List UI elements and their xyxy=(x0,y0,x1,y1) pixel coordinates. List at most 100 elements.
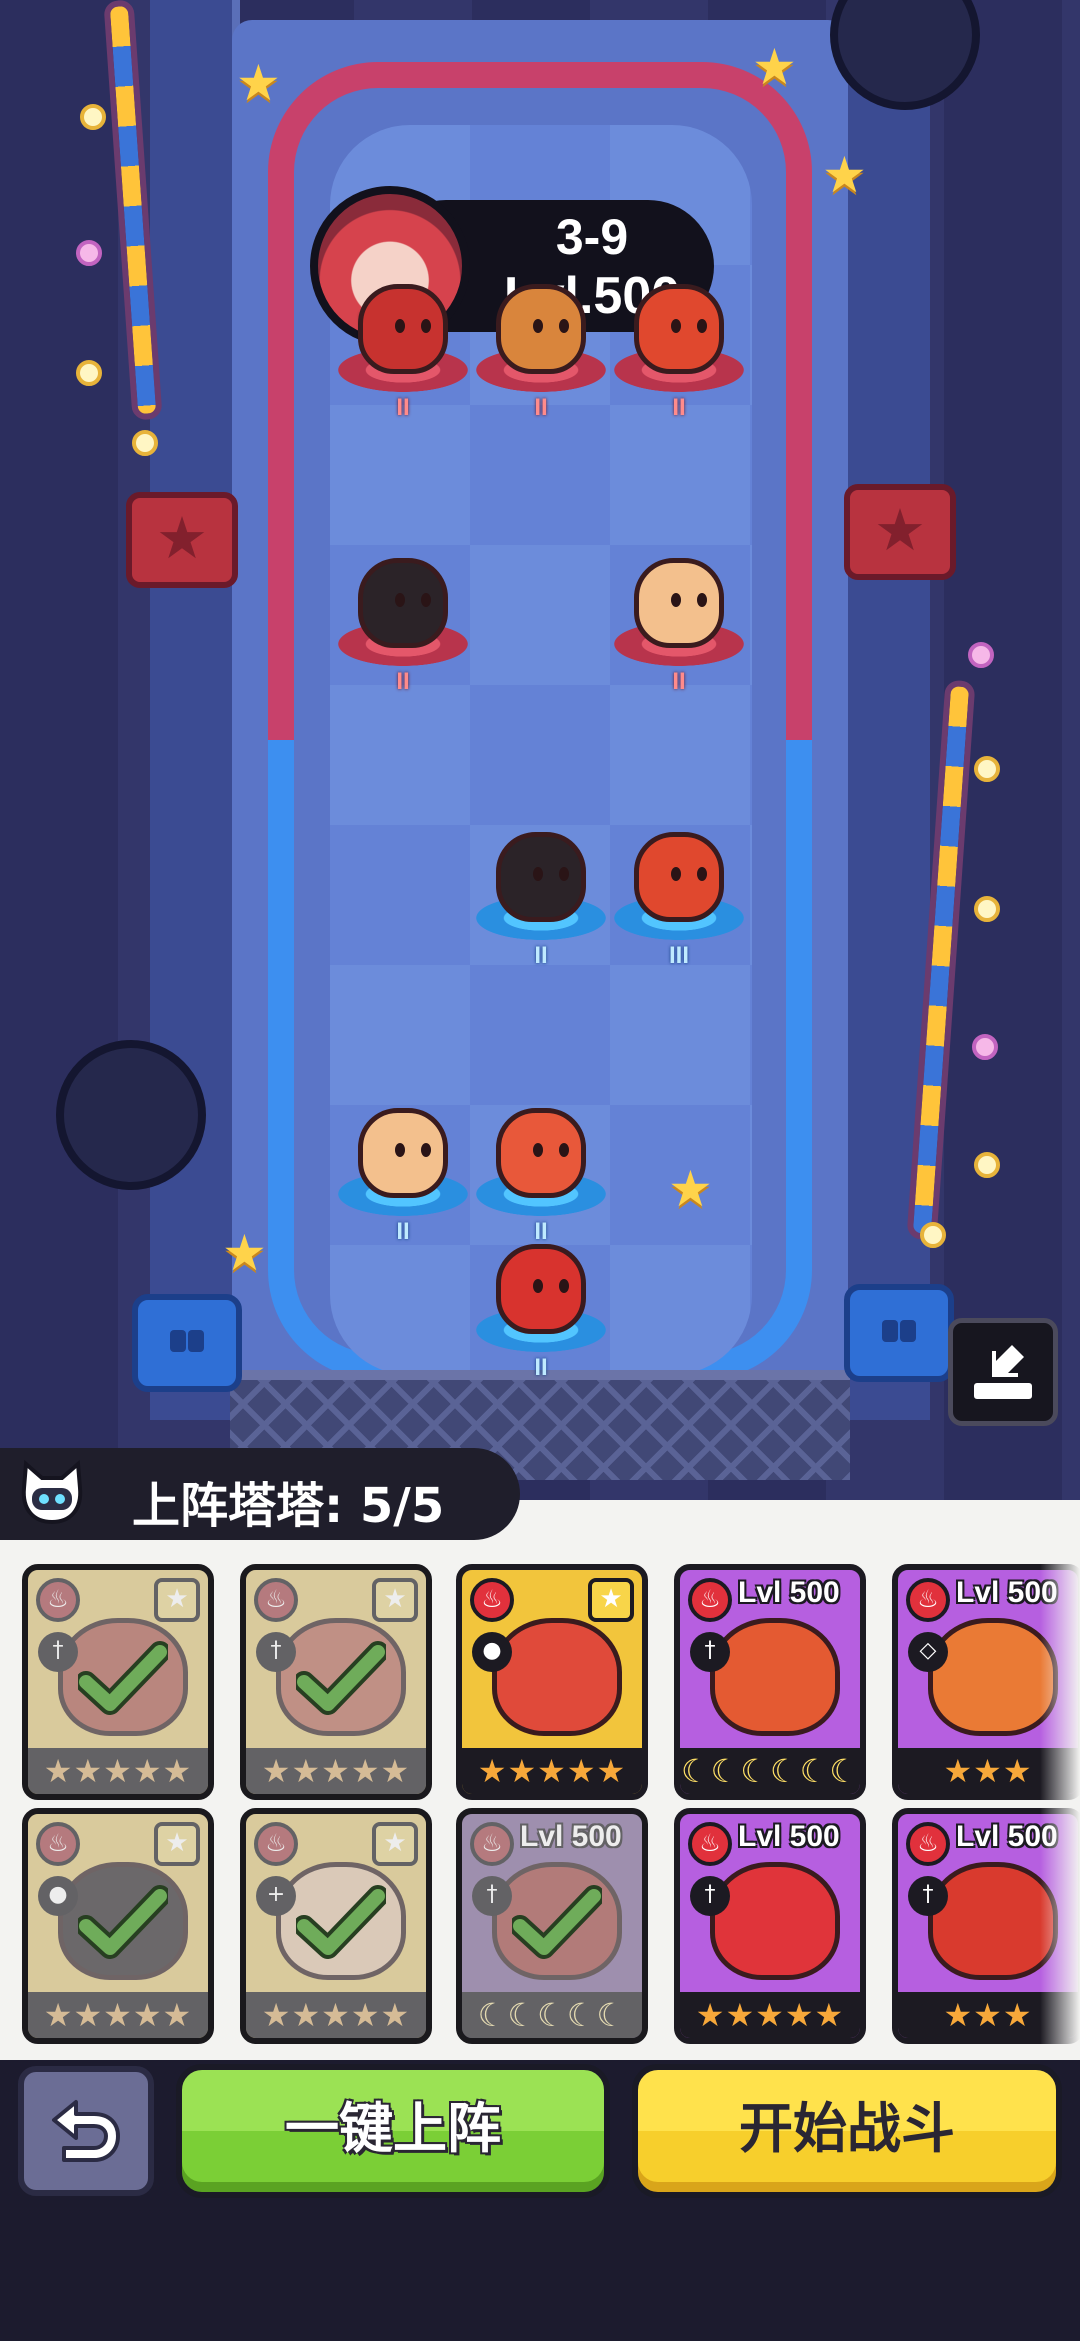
cat-block-right xyxy=(844,1284,954,1382)
light-bulb xyxy=(972,1034,998,1060)
unit-enemy[interactable]: II xyxy=(614,536,744,695)
spotlight xyxy=(56,1040,206,1190)
unit-eye xyxy=(559,867,569,881)
roster-count-label: 上阵塔塔: 5/5 xyxy=(132,1478,445,1534)
unit-enemy[interactable]: II xyxy=(338,262,468,421)
unit-rank: II xyxy=(396,1218,410,1245)
favorite-star-icon[interactable]: ★ xyxy=(154,1822,200,1866)
selected-check-icon xyxy=(296,1885,386,1959)
unit-card[interactable]: ♨ † Lvl 500 ★★★★★ xyxy=(674,1808,866,2044)
unit-card-stars: ★★★ xyxy=(898,1748,1078,1794)
star-decoration: ★ xyxy=(752,38,797,96)
unit-card-art xyxy=(710,1618,840,1736)
unit-eye xyxy=(395,319,405,333)
auto-deploy-button[interactable]: 一键上阵 xyxy=(176,2064,610,2198)
unit-card[interactable]: ♨ ◇ Lvl 500 ★★★ xyxy=(892,1564,1080,1800)
unit-eye xyxy=(697,593,707,607)
save-lineup-button[interactable] xyxy=(948,1318,1058,1426)
fire-element-icon: ♨ xyxy=(254,1822,298,1866)
unit-rank: II xyxy=(534,1354,548,1381)
unit-eye xyxy=(533,867,543,881)
unit-eye xyxy=(533,319,543,333)
sword-role-icon: † xyxy=(472,1876,512,1916)
unit-card-stars: ★★★ xyxy=(898,1992,1078,2038)
unit-sprite xyxy=(634,558,724,648)
unit-ally[interactable]: III xyxy=(614,810,744,969)
unit-eye xyxy=(671,319,681,333)
fire-element-icon: ♨ xyxy=(254,1578,298,1622)
favorite-star-icon[interactable]: ★ xyxy=(588,1578,634,1622)
unit-card-art xyxy=(928,1862,1058,1980)
star-decoration: ★ xyxy=(668,1160,713,1218)
light-bulb xyxy=(80,104,106,130)
unit-card-stars: ★★★★★ xyxy=(28,1992,208,2038)
unit-sprite xyxy=(634,832,724,922)
unit-card-stars: ☾☾☾☾☾ xyxy=(462,1992,642,2038)
star-block-left: ★ xyxy=(126,492,238,588)
unit-sprite xyxy=(496,1108,586,1198)
star-decoration: ★ xyxy=(222,1224,267,1282)
unit-sprite xyxy=(496,284,586,374)
back-button[interactable] xyxy=(18,2066,154,2196)
selected-check-icon xyxy=(296,1641,386,1715)
unit-card[interactable]: ♨ † Lvl 500 ☾☾☾☾☾☾ xyxy=(674,1564,866,1800)
unit-rank: II xyxy=(534,942,548,969)
unit-card[interactable]: ♨ † Lvl 500 ★★★ xyxy=(892,1808,1080,2044)
unit-eye xyxy=(559,319,569,333)
light-bulb xyxy=(968,642,994,668)
star-block-right: ★ xyxy=(844,484,956,580)
unit-card[interactable]: ♨ ● ★ ★★★★★ xyxy=(456,1564,648,1800)
sword-role-icon: † xyxy=(38,1632,78,1672)
unit-card-art xyxy=(492,1618,622,1736)
unit-card-level: Lvl 500 xyxy=(738,1576,840,1609)
unit-card[interactable]: ♨ † ★ ★★★★★ xyxy=(240,1564,432,1800)
unit-ally[interactable]: II xyxy=(476,1222,606,1381)
light-bulb xyxy=(974,1152,1000,1178)
star-decoration: ★ xyxy=(236,54,281,112)
plus-role-icon: + xyxy=(256,1876,296,1916)
unit-sprite xyxy=(496,1244,586,1334)
fire-element-icon: ♨ xyxy=(470,1822,514,1866)
bulb-role-icon: ● xyxy=(472,1632,512,1672)
unit-sprite xyxy=(358,284,448,374)
light-bulb xyxy=(132,430,158,456)
unit-eye xyxy=(671,593,681,607)
unit-ally[interactable]: II xyxy=(338,1086,468,1245)
unit-card[interactable]: ♨ † Lvl 500 ☾☾☾☾☾ xyxy=(456,1808,648,2044)
unit-ally[interactable]: II xyxy=(476,1086,606,1245)
unit-eye xyxy=(697,319,707,333)
unit-card-level: Lvl 500 xyxy=(738,1820,840,1853)
unit-card[interactable]: ♨ ● ★ ★★★★★ xyxy=(22,1808,214,2044)
favorite-star-icon[interactable]: ★ xyxy=(372,1822,418,1866)
light-bulb xyxy=(974,896,1000,922)
unit-ally[interactable]: II xyxy=(476,810,606,969)
eye-role-icon: ◇ xyxy=(908,1632,948,1672)
unit-enemy[interactable]: II xyxy=(338,536,468,695)
unit-card[interactable]: ♨ + ★ ★★★★★ xyxy=(240,1808,432,2044)
unit-enemy[interactable]: II xyxy=(476,262,606,421)
download-tray-icon xyxy=(974,1345,1032,1399)
unit-rank: II xyxy=(534,394,548,421)
unit-eye xyxy=(421,593,431,607)
favorite-star-icon[interactable]: ★ xyxy=(154,1578,200,1622)
unit-card-art xyxy=(928,1618,1058,1736)
unit-card-stars: ★★★★★ xyxy=(246,1748,426,1794)
fire-element-icon: ♨ xyxy=(688,1578,732,1622)
fire-element-icon: ♨ xyxy=(470,1578,514,1622)
unit-enemy[interactable]: II xyxy=(614,262,744,421)
fire-element-icon: ♨ xyxy=(906,1578,950,1622)
start-battle-button[interactable]: 开始战斗 xyxy=(632,2064,1062,2198)
unit-eye xyxy=(421,319,431,333)
unit-card[interactable]: ♨ † ★ ★★★★★ xyxy=(22,1564,214,1800)
unit-rank: II xyxy=(672,394,686,421)
unit-eye xyxy=(671,867,681,881)
favorite-star-icon[interactable]: ★ xyxy=(372,1578,418,1622)
light-bulb xyxy=(920,1222,946,1248)
selected-check-icon xyxy=(512,1885,602,1959)
light-bulb xyxy=(76,360,102,386)
unit-eye xyxy=(559,1143,569,1157)
unit-card-stars: ☾☾☾☾☾☾ xyxy=(680,1748,860,1794)
unit-eye xyxy=(559,1279,569,1293)
selected-check-icon xyxy=(78,1885,168,1959)
fire-element-icon: ♨ xyxy=(36,1822,80,1866)
